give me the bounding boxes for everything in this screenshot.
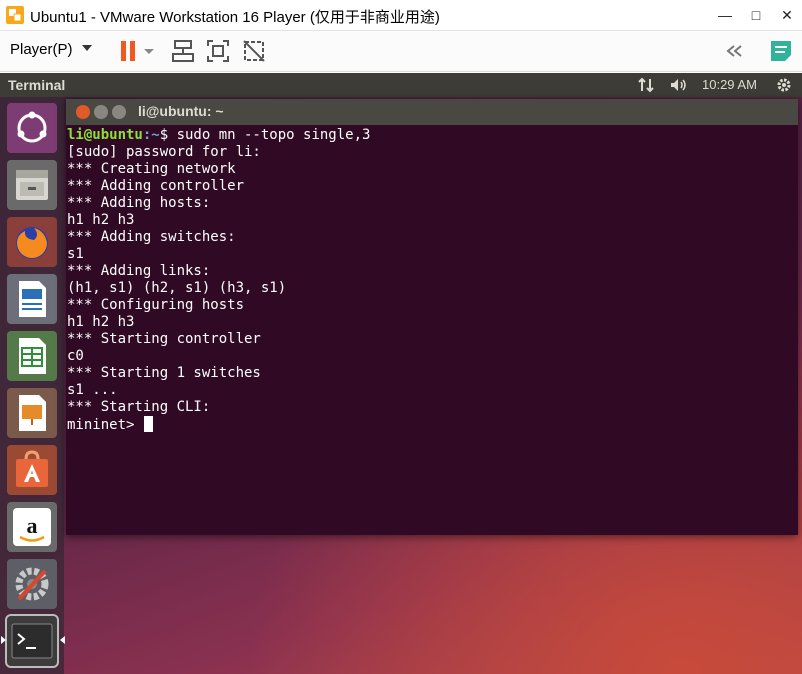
prompt-user: li@ubuntu: [67, 127, 143, 143]
terminal-title: li@ubuntu: ~: [138, 103, 224, 119]
writer-icon[interactable]: [7, 274, 57, 324]
output-line: *** Adding hosts:: [67, 195, 211, 211]
maximize-button[interactable]: □: [741, 0, 771, 30]
chevron-down-icon[interactable]: [82, 45, 92, 51]
mininet-prompt: mininet>: [67, 417, 143, 433]
output-line: *** Creating network: [67, 161, 236, 177]
output-line: h1 h2 h3: [67, 314, 135, 330]
output-line: *** Starting 1 switches: [67, 365, 261, 381]
vmware-title-bar: Ubuntu1 - VMware Workstation 16 Player (…: [0, 0, 802, 31]
output-line: s1 ...: [67, 382, 118, 398]
unity-icon[interactable]: [241, 38, 267, 64]
vmware-toolbar: Player(P): [0, 31, 802, 72]
text-cursor: [143, 416, 153, 432]
amazon-icon[interactable]: a: [7, 502, 57, 552]
clock[interactable]: 10:29 AM: [702, 77, 757, 92]
output-line: s1: [67, 246, 84, 262]
output-line: h1 h2 h3: [67, 212, 135, 228]
maximize-icon[interactable]: [112, 105, 126, 119]
terminal-icon[interactable]: [5, 614, 59, 668]
software-icon[interactable]: [7, 445, 57, 495]
svg-text:a: a: [27, 513, 38, 538]
ubuntu-logo-icon[interactable]: [7, 103, 57, 153]
terminal-title-bar[interactable]: li@ubuntu: ~: [66, 99, 798, 125]
output-line: *** Adding controller: [67, 178, 245, 194]
prompt-symbol: $: [159, 127, 177, 143]
collapse-icon[interactable]: [722, 38, 748, 64]
output-line: *** Adding links:: [67, 263, 211, 279]
fullscreen-icon[interactable]: [205, 38, 231, 64]
terminal-output[interactable]: li@ubuntu:~$ sudo mn --topo single,3 [su…: [67, 127, 795, 533]
focused-indicator: [60, 636, 65, 644]
network-arrows-icon[interactable]: [638, 77, 654, 93]
window-title: Ubuntu1 - VMware Workstation 16 Player (…: [30, 9, 440, 26]
network-icon[interactable]: [170, 38, 196, 64]
files-icon[interactable]: [7, 160, 57, 210]
ubuntu-top-panel: Terminal 10:29 AM: [0, 73, 802, 97]
output-line: (h1, s1) (h2, s1) (h3, s1): [67, 280, 287, 296]
calc-icon[interactable]: [7, 331, 57, 381]
settings-icon[interactable]: [7, 559, 57, 609]
output-line: *** Starting CLI:: [67, 399, 211, 415]
close-icon[interactable]: [76, 105, 90, 119]
volume-icon[interactable]: [669, 77, 689, 93]
minimize-button[interactable]: —: [710, 0, 740, 30]
active-app-title: Terminal: [8, 77, 66, 93]
close-button[interactable]: ✕: [772, 0, 802, 30]
impress-icon[interactable]: [7, 388, 57, 438]
firefox-icon[interactable]: [7, 217, 57, 267]
command-text: sudo mn --topo single,3: [176, 127, 371, 143]
ubuntu-launcher: a: [0, 97, 65, 674]
output-line: [sudo] password for li:: [67, 144, 261, 160]
minimize-icon[interactable]: [94, 105, 108, 119]
player-menu[interactable]: Player(P): [10, 41, 73, 58]
vmware-logo-icon: [6, 6, 24, 24]
prompt-path: :~: [142, 127, 160, 143]
output-line: *** Adding switches:: [67, 229, 236, 245]
terminal-window[interactable]: li@ubuntu: ~ li@ubuntu:~$ sudo mn --topo…: [66, 99, 798, 535]
output-line: *** Configuring hosts: [67, 297, 245, 313]
command-output: [sudo] password for li: *** Creating net…: [67, 144, 286, 415]
notes-icon[interactable]: [768, 38, 794, 64]
chevron-down-icon[interactable]: [142, 38, 156, 64]
pause-icon[interactable]: [116, 38, 142, 64]
output-line: *** Starting controller: [67, 331, 261, 347]
ubuntu-desktop: Terminal 10:29 AM a li@ubuntu: ~ li@ubun…: [0, 73, 802, 674]
running-indicator: [1, 636, 6, 644]
output-line: c0: [67, 348, 84, 364]
gear-icon[interactable]: [776, 77, 792, 93]
